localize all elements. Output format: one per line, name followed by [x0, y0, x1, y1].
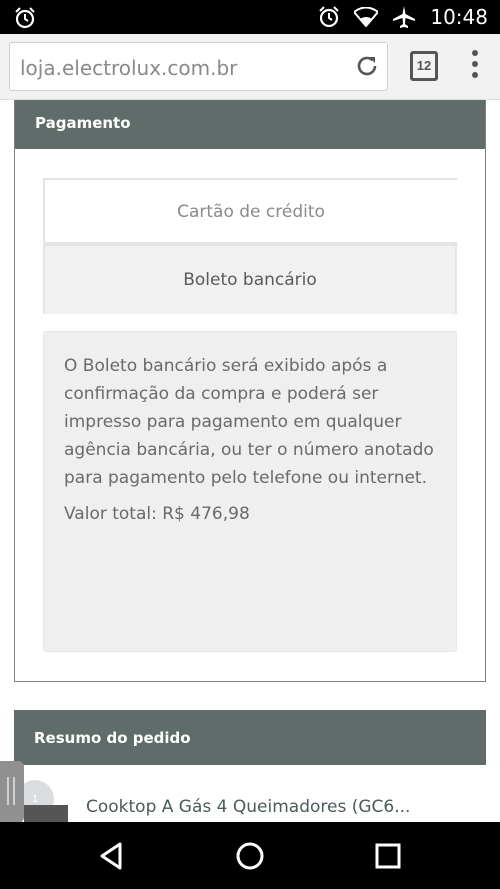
browser-toolbar: loja.electrolux.com.br 12 [0, 34, 500, 100]
url-text[interactable]: loja.electrolux.com.br [20, 56, 237, 80]
order-summary-header[interactable]: Resumo do pedido [14, 710, 486, 765]
product-name[interactable]: Cooktop A Gás 4 Queimadores (GC6... [86, 797, 410, 817]
navigation-bar [0, 822, 500, 889]
product-thumbnail [24, 805, 68, 822]
wifi-icon [354, 7, 379, 27]
boleto-description: O Boleto bancário será exibido após a co… [64, 356, 434, 488]
payment-header: Pagamento [15, 100, 485, 149]
address-bar[interactable]: loja.electrolux.com.br [9, 42, 388, 91]
home-icon[interactable] [234, 840, 266, 872]
alarm-icon [319, 6, 340, 28]
option-boleto[interactable]: Boleto bancário [43, 244, 457, 314]
back-icon[interactable] [96, 840, 128, 872]
tab-switcher-button[interactable]: 12 [410, 51, 438, 81]
total-value: Valor total: R$ 476,98 [64, 504, 250, 524]
page-content: Pagamento Cartão de crédito Boleto bancá… [0, 100, 500, 822]
airplane-mode-icon [393, 6, 416, 28]
summary-item: 1 Cooktop A Gás 4 Queimadores (GC6... [0, 761, 500, 822]
status-bar: 10:48 [0, 0, 500, 34]
recent-apps-icon[interactable] [372, 840, 404, 872]
clock: 10:48 [430, 5, 488, 29]
reload-icon[interactable] [355, 54, 379, 83]
side-drawer-handle[interactable] [0, 761, 24, 822]
boleto-info-box: O Boleto bancário será exibido após a co… [43, 331, 457, 652]
overflow-menu-icon[interactable] [466, 50, 484, 84]
option-credit-card[interactable]: Cartão de crédito [43, 178, 457, 244]
alarm-icon [15, 7, 35, 29]
payment-panel: Pagamento Cartão de crédito Boleto bancá… [14, 100, 486, 682]
